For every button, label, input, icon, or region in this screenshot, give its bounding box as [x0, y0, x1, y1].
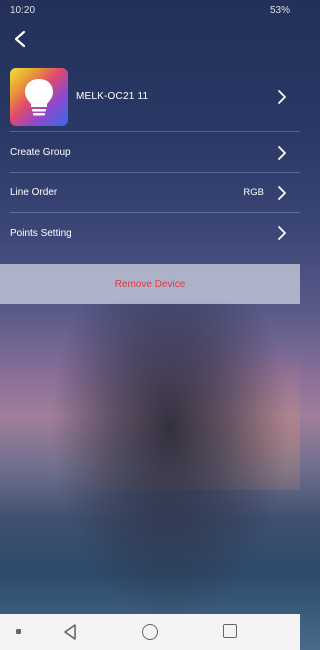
background-glow — [0, 330, 300, 490]
chevron-right-icon — [272, 143, 292, 163]
system-nav-bar — [0, 614, 300, 650]
background-mountain — [50, 300, 290, 620]
chevron-right-icon — [272, 223, 292, 243]
remove-device-label: Remove Device — [114, 278, 186, 290]
line-order-label: Line Order — [10, 187, 58, 198]
back-button[interactable] — [8, 26, 32, 52]
points-setting-row[interactable]: Points Setting — [10, 213, 300, 253]
create-group-label: Create Group — [10, 147, 71, 158]
lightbulb-icon — [25, 78, 53, 115]
status-time: 10:20 — [10, 5, 36, 16]
nav-back-icon[interactable] — [62, 623, 78, 641]
status-battery: 53% — [269, 5, 290, 16]
nav-recent-apps-icon[interactable] — [223, 624, 237, 638]
line-order-row[interactable]: Line Order RGB — [10, 173, 300, 213]
device-name: MELK-OC21 11 — [76, 91, 149, 102]
device-icon — [10, 67, 68, 126]
chevron-right-icon — [272, 183, 292, 203]
chevron-left-icon — [14, 30, 26, 48]
nav-menu-icon[interactable] — [16, 629, 21, 634]
status-bar: 10:20 53% — [0, 0, 300, 22]
points-setting-label: Points Setting — [10, 227, 72, 239]
create-group-row[interactable]: Create Group — [10, 133, 300, 173]
line-order-value: RGB — [243, 187, 264, 198]
chevron-right-icon — [272, 87, 292, 107]
device-row[interactable]: MELK-OC21 11 — [10, 62, 300, 132]
nav-home-icon[interactable] — [142, 624, 158, 640]
remove-device-button[interactable]: Remove Device — [0, 264, 300, 304]
